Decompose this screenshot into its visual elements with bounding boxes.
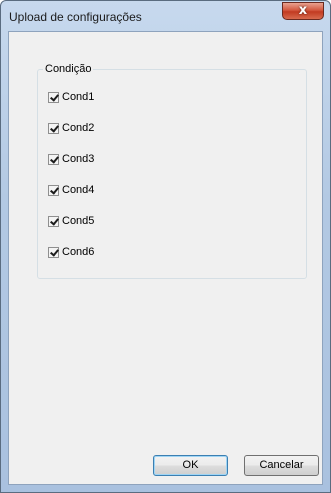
cancel-button[interactable]: Cancelar bbox=[244, 455, 319, 476]
checkbox-label: Cond3 bbox=[62, 153, 95, 165]
checkbox-label: Cond4 bbox=[62, 184, 95, 196]
checkbox-cond1[interactable]: Cond1 bbox=[48, 90, 94, 104]
dialog-client-area: Condição Cond1 Cond2 Cond3 Cond4 Cond5 C… bbox=[8, 31, 323, 485]
checkbox-cond2[interactable]: Cond2 bbox=[48, 121, 94, 135]
checkbox-cond6[interactable]: Cond6 bbox=[48, 245, 94, 259]
checkbox-checked-icon[interactable] bbox=[48, 153, 59, 165]
condition-groupbox: Condição Cond1 Cond2 Cond3 Cond4 Cond5 C… bbox=[37, 63, 307, 279]
title-bar[interactable]: Upload de configurações x bbox=[1, 1, 330, 31]
checkbox-checked-icon[interactable] bbox=[48, 184, 59, 196]
close-icon: x bbox=[298, 3, 308, 18]
close-button[interactable]: x bbox=[282, 2, 324, 20]
checkbox-label: Cond6 bbox=[62, 246, 95, 258]
group-label: Condição bbox=[43, 63, 94, 75]
checkbox-cond3[interactable]: Cond3 bbox=[48, 152, 94, 166]
window-title: Upload de configurações bbox=[9, 10, 142, 24]
checkbox-checked-icon[interactable] bbox=[48, 122, 59, 134]
checkbox-label: Cond2 bbox=[62, 122, 95, 134]
checkbox-label: Cond5 bbox=[62, 215, 95, 227]
ok-button[interactable]: OK bbox=[153, 455, 228, 476]
checkbox-checked-icon[interactable] bbox=[48, 91, 59, 103]
checkbox-label: Cond1 bbox=[62, 91, 95, 103]
dialog-window: Upload de configurações x Condição Cond1… bbox=[0, 0, 331, 493]
checkbox-cond5[interactable]: Cond5 bbox=[48, 214, 94, 228]
checkbox-checked-icon[interactable] bbox=[48, 246, 59, 258]
checkbox-checked-icon[interactable] bbox=[48, 215, 59, 227]
checkbox-cond4[interactable]: Cond4 bbox=[48, 183, 94, 197]
